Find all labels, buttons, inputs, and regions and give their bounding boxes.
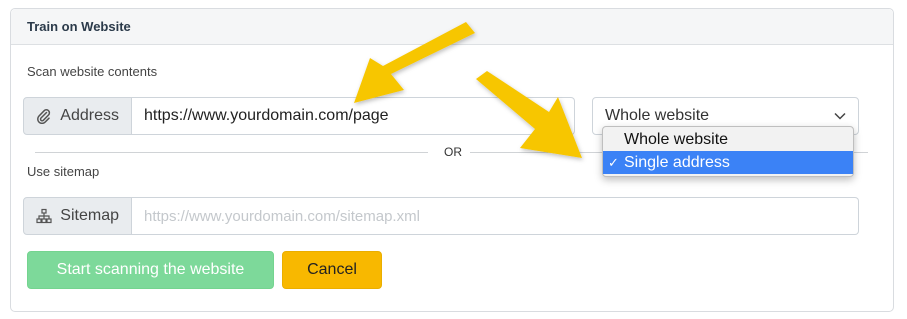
annotation-arrows — [354, 22, 582, 158]
arrow-to-address-icon — [354, 22, 475, 103]
arrow-to-dropdown-icon — [476, 71, 582, 158]
